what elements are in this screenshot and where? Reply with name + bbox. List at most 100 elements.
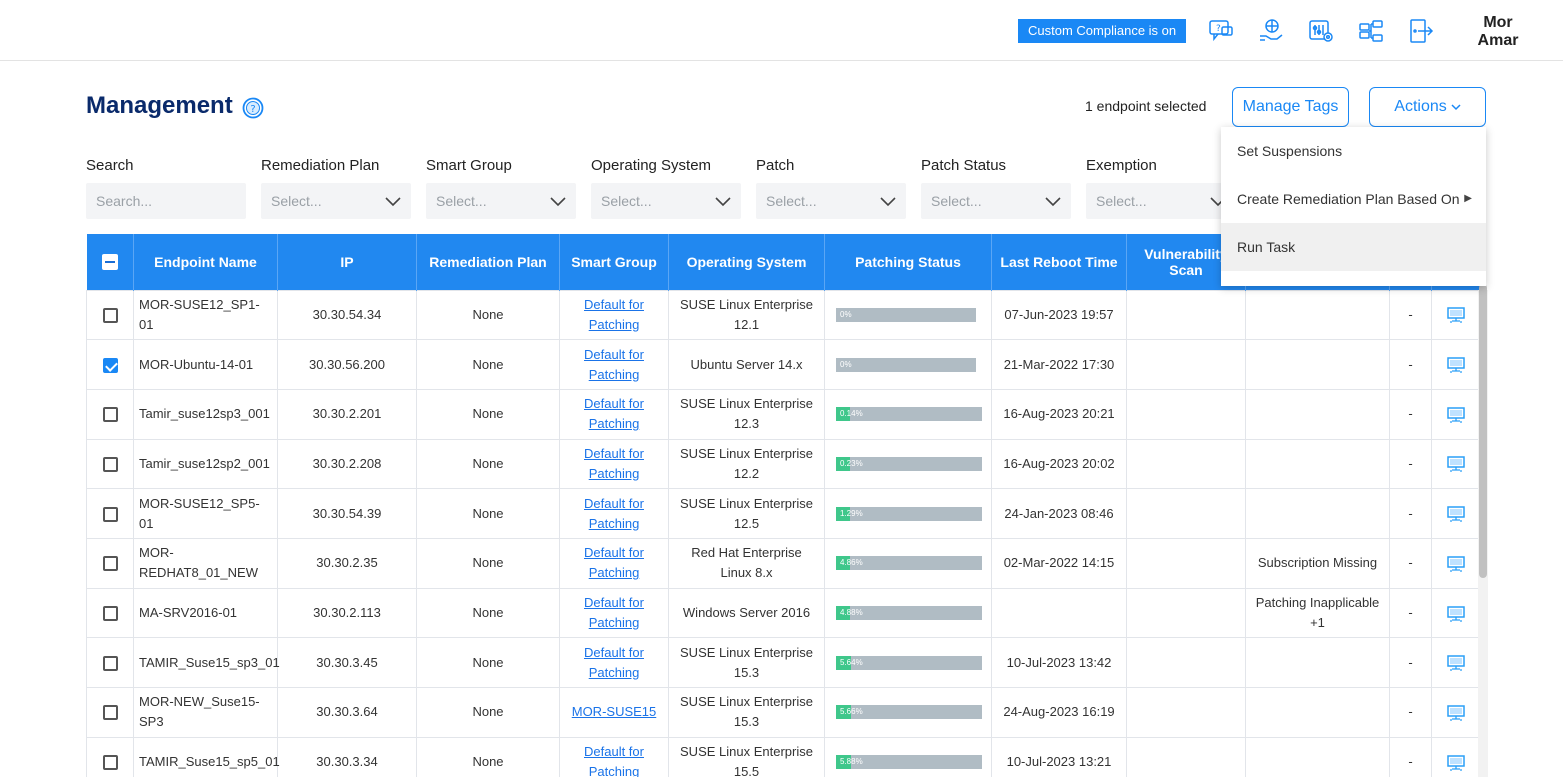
operating-system-select[interactable]: Select... <box>591 183 741 219</box>
actions-button[interactable]: Actions <box>1369 87 1486 127</box>
remote-cell[interactable] <box>1431 537 1480 589</box>
row-checkbox[interactable] <box>102 606 118 622</box>
table-row[interactable]: MOR-SUSE12_SP5-01 30.30.54.39 None Defau… <box>86 488 1480 539</box>
monitor-icon[interactable] <box>1447 307 1465 324</box>
network-icon[interactable] <box>1358 18 1384 44</box>
menu-item-create-remediation-plan[interactable]: Create Remediation Plan Based On ▶ <box>1221 175 1486 223</box>
row-select-cell[interactable] <box>86 637 134 688</box>
row-checkbox[interactable] <box>102 705 118 721</box>
smart-group-link[interactable]: MOR-SUSE15 <box>572 704 657 719</box>
remote-cell[interactable] <box>1431 687 1480 738</box>
row-select-cell[interactable] <box>86 736 134 777</box>
table-row[interactable]: Tamir_suse12sp3_001 30.30.2.201 None Def… <box>86 388 1480 440</box>
smart-group-link[interactable]: Default for Patching <box>584 297 644 332</box>
remote-cell[interactable] <box>1431 438 1480 490</box>
row-checkbox[interactable] <box>102 456 118 472</box>
globe-hand-icon[interactable] <box>1258 18 1284 44</box>
column-header[interactable]: Last Reboot Time <box>991 234 1127 290</box>
column-header[interactable]: Smart Group <box>559 234 669 290</box>
monitor-icon[interactable] <box>1447 357 1465 373</box>
row-select-cell[interactable] <box>86 438 134 490</box>
support-chat-icon[interactable]: ? <box>1208 18 1234 44</box>
endpoint-name[interactable]: MOR-REDHAT8_01_NEW <box>133 537 278 589</box>
monitor-icon[interactable] <box>1447 655 1465 671</box>
remote-cell[interactable] <box>1431 339 1480 390</box>
table-row[interactable]: MOR-NEW_Suse15-SP3 30.30.3.64 None MOR-S… <box>86 687 1480 738</box>
remote-cell[interactable] <box>1431 388 1480 440</box>
smart-group-link[interactable]: Default for Patching <box>584 645 644 680</box>
remote-cell[interactable] <box>1431 289 1480 341</box>
monitor-icon[interactable] <box>1447 754 1465 771</box>
row-select-cell[interactable] <box>86 388 134 440</box>
monitor-icon[interactable] <box>1447 605 1465 622</box>
column-header[interactable]: IP <box>277 234 417 290</box>
monitor-icon[interactable] <box>1447 456 1465 473</box>
remediation-plan-select[interactable]: Select... <box>261 183 411 219</box>
patch-select[interactable]: Select... <box>756 183 906 219</box>
endpoint-name[interactable]: MOR-SUSE12_SP1-01 <box>133 289 278 341</box>
select-all-checkbox[interactable] <box>101 254 118 271</box>
row-select-cell[interactable] <box>86 587 134 639</box>
row-select-cell[interactable] <box>86 289 134 341</box>
endpoint-name[interactable]: TAMIR_Suse15_sp5_01 <box>133 736 280 777</box>
table-scrollbar-thumb[interactable] <box>1479 284 1487 578</box>
search-input[interactable]: Search... <box>86 183 246 219</box>
user-name[interactable]: Mor Amar <box>1468 14 1528 50</box>
monitor-icon[interactable] <box>1447 705 1465 721</box>
monitor-icon[interactable] <box>1447 506 1465 522</box>
column-header[interactable]: Remediation Plan <box>416 234 560 290</box>
remote-cell[interactable] <box>1431 587 1480 639</box>
smart-group-link[interactable]: Default for Patching <box>584 744 644 777</box>
remote-cell[interactable] <box>1431 488 1480 539</box>
help-icon[interactable]: ? <box>242 97 264 119</box>
endpoint-name[interactable]: MOR-NEW_Suse15-SP3 <box>133 687 278 738</box>
table-row[interactable]: MOR-REDHAT8_01_NEW 30.30.2.35 None Defau… <box>86 537 1480 589</box>
monitor-icon[interactable] <box>1447 556 1465 572</box>
row-select-cell[interactable] <box>86 537 134 589</box>
smart-group-link[interactable]: Default for Patching <box>584 496 644 531</box>
row-checkbox[interactable] <box>102 357 118 373</box>
endpoint-name[interactable]: TAMIR_Suse15_sp3_01 <box>133 637 280 688</box>
smart-group-link[interactable]: Default for Patching <box>584 545 644 580</box>
endpoint-name[interactable]: Tamir_suse12sp3_001 <box>133 388 278 440</box>
smart-group-link[interactable]: Default for Patching <box>584 347 644 382</box>
endpoint-name[interactable]: Tamir_suse12sp2_001 <box>133 438 278 490</box>
row-select-cell[interactable] <box>86 488 134 539</box>
row-checkbox[interactable] <box>102 407 118 423</box>
remote-cell[interactable] <box>1431 736 1480 777</box>
column-header[interactable]: Patching Status <box>824 234 992 290</box>
table-row[interactable]: MA-SRV2016-01 30.30.2.113 None Default f… <box>86 587 1480 639</box>
smart-group-link[interactable]: Default for Patching <box>584 396 644 431</box>
menu-item-set-suspensions[interactable]: Set Suspensions <box>1221 127 1486 175</box>
row-checkbox[interactable] <box>102 307 118 323</box>
row-checkbox[interactable] <box>102 506 118 522</box>
table-row[interactable]: Tamir_suse12sp2_001 30.30.2.208 None Def… <box>86 438 1480 490</box>
select-all-header[interactable] <box>86 234 134 290</box>
column-header[interactable]: Operating System <box>668 234 825 290</box>
endpoint-name[interactable]: MOR-SUSE12_SP5-01 <box>133 488 278 539</box>
smart-group-link[interactable]: Default for Patching <box>584 595 644 630</box>
table-row[interactable]: TAMIR_Suse15_sp5_01 30.30.3.34 None Defa… <box>86 736 1480 777</box>
patch-status-select[interactable]: Select... <box>921 183 1071 219</box>
row-checkbox[interactable] <box>102 655 118 671</box>
manage-tags-button[interactable]: Manage Tags <box>1232 87 1349 127</box>
smart-group-select[interactable]: Select... <box>426 183 576 219</box>
remote-cell[interactable] <box>1431 637 1480 688</box>
monitor-icon[interactable] <box>1447 407 1465 423</box>
row-checkbox[interactable] <box>102 755 118 771</box>
endpoint-name[interactable]: MA-SRV2016-01 <box>133 587 278 639</box>
settings-sliders-icon[interactable] <box>1308 18 1334 44</box>
table-row[interactable]: MOR-Ubuntu-14-01 30.30.56.200 None Defau… <box>86 339 1480 390</box>
remediation-plan: None <box>416 736 560 777</box>
column-header[interactable]: Endpoint Name <box>133 234 278 290</box>
row-select-cell[interactable] <box>86 687 134 738</box>
exemption-select[interactable]: Select... <box>1086 183 1236 219</box>
endpoint-name[interactable]: MOR-Ubuntu-14-01 <box>133 339 278 390</box>
row-checkbox[interactable] <box>102 556 118 572</box>
smart-group-link[interactable]: Default for Patching <box>584 446 644 481</box>
logout-door-icon[interactable] <box>1408 18 1434 44</box>
menu-item-run-task[interactable]: Run Task <box>1221 223 1486 271</box>
table-row[interactable]: MOR-SUSE12_SP1-01 30.30.54.34 None Defau… <box>86 289 1480 341</box>
table-row[interactable]: TAMIR_Suse15_sp3_01 30.30.3.45 None Defa… <box>86 637 1480 688</box>
row-select-cell[interactable] <box>86 339 134 390</box>
